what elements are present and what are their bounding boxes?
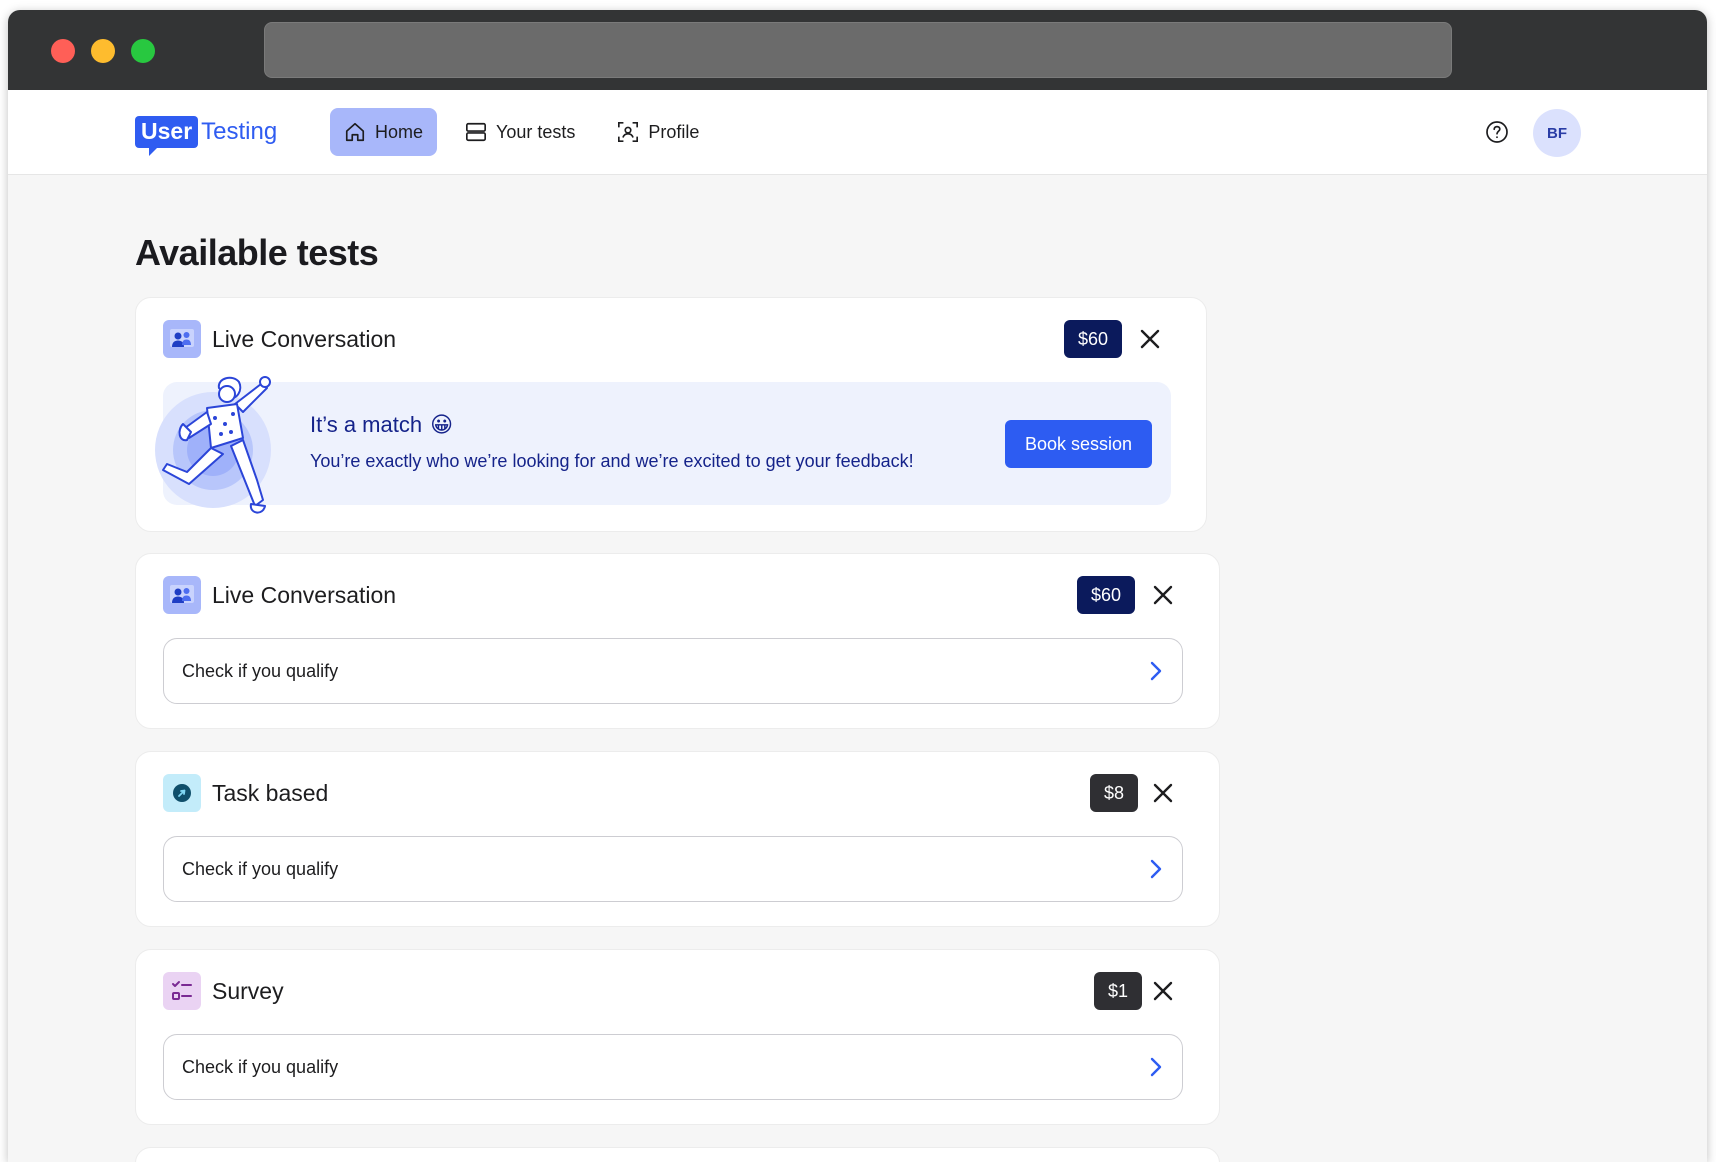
maximize-window-button[interactable] [131,39,155,63]
card-header: Live Conversation [163,576,396,614]
live-conversation-icon [163,320,201,358]
chevron-right-icon [1150,859,1162,879]
test-card-live-conversation: Live Conversation $60 Check if you quali… [135,553,1220,729]
your-tests-icon [466,122,487,142]
check-qualify-button[interactable]: Check if you qualify [163,638,1183,704]
dismiss-icon[interactable] [1138,327,1162,351]
profile-icon [618,122,639,142]
chevron-right-icon [1150,661,1162,681]
card-header: Survey [163,972,284,1010]
smile-emoji-icon: 😀 [430,412,454,437]
test-card-survey: Survey $1 Check if you qualify [135,949,1220,1125]
user-avatar[interactable]: BF [1533,109,1581,157]
match-banner: It’s a match 😀 You’re exactly who we’re … [155,376,1171,514]
nav-profile[interactable]: Profile [603,108,713,156]
logo-testing-text: Testing [201,118,278,145]
card-type-title: Live Conversation [212,581,397,608]
task-based-icon [163,774,201,812]
dismiss-icon[interactable] [1151,583,1175,607]
match-illustration [155,376,271,514]
card-type-title: Task based [212,779,329,806]
minimize-window-button[interactable] [91,39,115,63]
nav-home-label: Home [375,121,424,142]
card-header: Task based [163,774,328,812]
match-title-text: It’s a match [310,412,423,437]
address-bar[interactable] [264,22,1452,78]
check-qualify-label: Check if you qualify [182,858,339,879]
check-qualify-label: Check if you qualify [182,1056,339,1077]
price-badge: $1 [1094,972,1143,1010]
live-conversation-icon [163,576,201,614]
test-card-live-conversation-match: Live Conversation $60 It’s a match 😀 You… [135,297,1207,532]
nav-your-tests[interactable]: Your tests [451,108,589,156]
close-window-button[interactable] [51,39,75,63]
match-title: It’s a match 😀 [310,412,453,438]
home-icon [345,122,365,142]
app-header: User Testing Home Your tests Profile BF [8,90,1707,175]
page-title: Available tests [135,232,379,273]
chevron-right-icon [1150,1057,1162,1077]
dismiss-icon[interactable] [1151,781,1175,805]
match-description: You’re exactly who we’re looking for and… [310,451,914,471]
card-header: Live Conversation [163,320,396,358]
check-qualify-button[interactable]: Check if you qualify [163,1034,1183,1100]
test-card-task-based: Task based $8 Check if you qualify [135,751,1220,927]
logo-user-text: User [135,116,199,156]
dismiss-icon[interactable] [1151,979,1175,1003]
card-type-title: Survey [212,977,284,1004]
nav-home[interactable]: Home [330,108,438,156]
usertesting-logo[interactable]: User Testing [135,112,278,156]
check-qualify-label: Check if you qualify [182,660,339,681]
browser-window: User Testing Home Your tests Profile BF … [8,10,1707,1162]
check-qualify-button[interactable]: Check if you qualify [163,836,1183,902]
nav-your-tests-label: Your tests [496,121,576,142]
price-badge: $60 [1077,576,1136,614]
help-icon[interactable] [1485,120,1509,144]
price-badge: $8 [1090,774,1139,812]
book-session-button[interactable]: Book session [1005,420,1152,468]
browser-titlebar [8,10,1707,90]
price-badge: $60 [1064,320,1123,358]
card-type-title: Live Conversation [212,325,397,352]
survey-icon [163,972,201,1010]
nav-profile-label: Profile [648,121,700,142]
main-nav: Home Your tests Profile [330,108,713,156]
test-card-partial [135,1147,1220,1162]
